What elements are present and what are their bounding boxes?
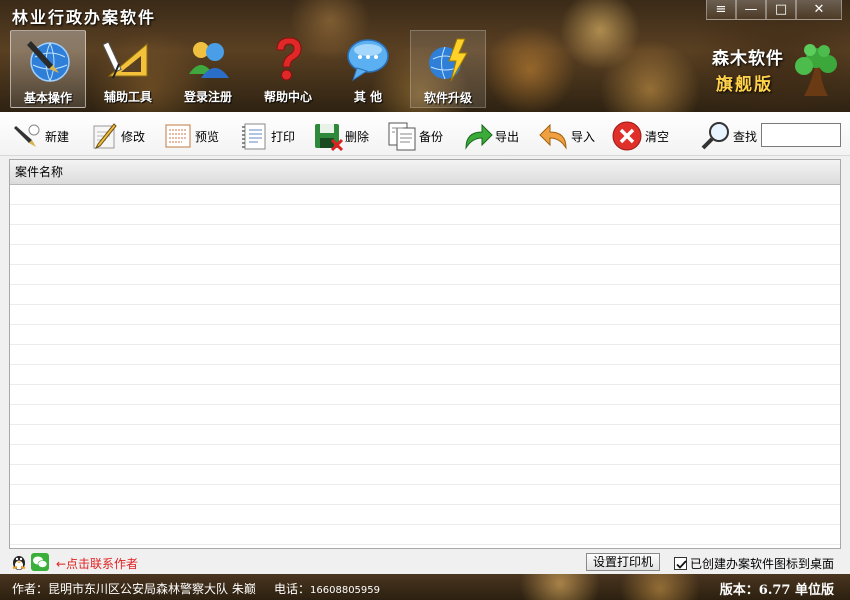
question-mark-icon (276, 37, 302, 81)
contact-author-link[interactable]: ←点击联系作者 (56, 555, 138, 572)
export-label: 导出 (495, 129, 520, 144)
tab-label: 辅助工具 (103, 90, 152, 104)
backup-label: 备份 (419, 129, 444, 144)
phone-info: 电话：16608805959 (274, 580, 380, 597)
author-info: 作者：昆明市东川区公安局森林警察大队 朱巅 (12, 582, 256, 596)
search-label: 查找 (733, 129, 758, 144)
backup-documents-icon (388, 122, 416, 151)
preview-button[interactable]: 预览 (162, 120, 219, 152)
minimize-button[interactable]: — (736, 0, 766, 20)
export-arrow-icon (465, 123, 493, 150)
desktop-shortcut-option[interactable]: 已创建办案软件图标到桌面 (674, 555, 834, 572)
tab-label: 软件升级 (423, 91, 472, 105)
tab-label: 帮助中心 (263, 90, 312, 104)
print-label: 打印 (271, 129, 296, 144)
users-icon (189, 42, 229, 78)
brand-name: 森木软件 (712, 49, 784, 69)
edit-pencil-icon (93, 123, 117, 150)
maximize-button[interactable]: □ (766, 0, 796, 20)
export-button[interactable]: 导出 (462, 120, 519, 152)
chat-bubble-icon (347, 39, 389, 82)
tab-other[interactable]: 其 他 (330, 30, 406, 108)
preview-document-icon (165, 124, 191, 148)
toolbar: 新建 修改 预览 打印 删除 备份 导出 导入 清空 查找 (0, 112, 850, 156)
backup-button[interactable]: 备份 (386, 120, 443, 152)
table-body[interactable] (10, 185, 840, 548)
print-notebook-icon (242, 123, 266, 150)
title-bar-header: 林业行政办案软件 ≡ — □ ✕ 基本操作 辅助工具 登录注册 帮助中心 其 他… (0, 0, 850, 112)
magnifier-icon (701, 122, 729, 150)
tab-label: 其 他 (353, 90, 383, 104)
qq-penguin-icon[interactable] (10, 553, 28, 571)
tab-login-register[interactable]: 登录注册 (170, 30, 246, 108)
import-label: 导入 (571, 129, 596, 144)
main-tab-bar: 基本操作 辅助工具 登录注册 帮助中心 其 他 软件升级 (10, 30, 490, 108)
print-button[interactable]: 打印 (238, 120, 295, 152)
menu-button[interactable]: ≡ (706, 0, 736, 20)
checkmark-icon (676, 560, 687, 569)
edit-button[interactable]: 修改 (88, 120, 145, 152)
tab-label: 登录注册 (183, 90, 232, 104)
new-label: 新建 (45, 129, 70, 144)
delete-floppy-icon (315, 124, 344, 152)
tree-logo-icon (795, 44, 837, 96)
wechat-icon[interactable] (31, 553, 49, 571)
version-info: 版本：6.77 单位版 (719, 583, 834, 598)
column-header-case-name[interactable]: 案件名称 (10, 160, 840, 185)
delete-button[interactable]: 删除 (312, 120, 369, 152)
globe-lightning-icon (429, 38, 468, 82)
desktop-shortcut-label: 已创建办案软件图标到桌面 (690, 557, 835, 571)
phone-number: 16608805959 (310, 585, 381, 596)
footer-bar: 作者：昆明市东川区公安局森林警察大队 朱巅 电话：16608805959 版本：… (0, 574, 850, 600)
new-button[interactable]: 新建 (12, 120, 69, 152)
brand-edition: 旗舰版 (716, 75, 773, 95)
case-table[interactable]: 案件名称 (9, 159, 841, 549)
close-button[interactable]: ✕ (796, 0, 842, 20)
clear-button[interactable]: 清空 (612, 120, 669, 152)
desktop-shortcut-checkbox[interactable] (674, 557, 687, 570)
clear-x-icon (612, 121, 642, 151)
delete-label: 删除 (345, 129, 370, 144)
pen-globe-icon (27, 41, 70, 82)
tab-auxiliary-tools[interactable]: 辅助工具 (90, 30, 166, 108)
printer-setup-button[interactable]: 设置打印机 (586, 553, 661, 571)
phone-label: 电话： (274, 582, 311, 596)
tab-software-upgrade[interactable]: 软件升级 (410, 30, 486, 108)
search-input[interactable] (761, 123, 841, 147)
search-button[interactable]: 查找 (700, 120, 757, 152)
new-document-icon (14, 124, 40, 147)
window-controls: ≡ — □ ✕ (706, 0, 842, 20)
preview-label: 预览 (195, 129, 220, 144)
brand-area: 森木软件 旗舰版 (712, 42, 842, 102)
edit-label: 修改 (121, 129, 146, 144)
app-title: 林业行政办案软件 (12, 8, 157, 27)
tab-basic-operations[interactable]: 基本操作 (10, 30, 86, 108)
clear-label: 清空 (645, 129, 670, 144)
drafting-tools-icon (103, 41, 148, 79)
tab-label: 基本操作 (23, 91, 72, 105)
import-button[interactable]: 导入 (538, 120, 595, 152)
status-bar: ←点击联系作者 设置打印机 已创建办案软件图标到桌面 (0, 550, 850, 574)
import-arrow-icon (539, 123, 567, 150)
tab-help-center[interactable]: 帮助中心 (250, 30, 326, 108)
